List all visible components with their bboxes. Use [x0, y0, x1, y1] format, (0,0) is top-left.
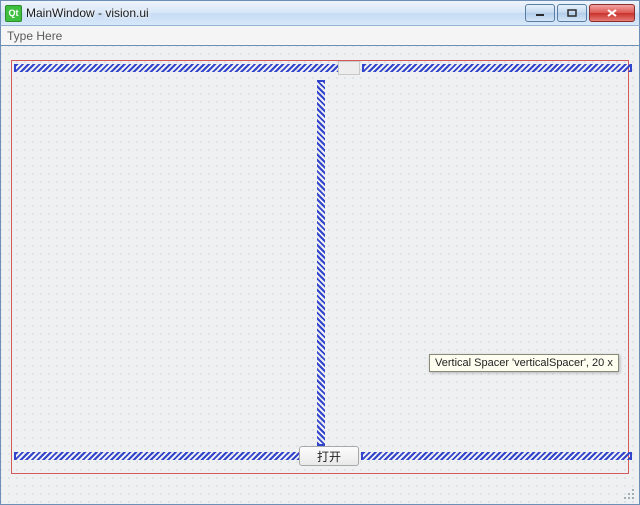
minimize-button[interactable]	[525, 4, 555, 22]
window-title: MainWindow - vision.ui	[26, 6, 149, 20]
open-button[interactable]: 打开	[299, 446, 359, 466]
form-canvas[interactable]: 打开 Vertical Spacer 'verticalSpacer', 20 …	[0, 46, 640, 505]
vertical-spacer[interactable]	[317, 80, 325, 446]
window-titlebar: Qt MainWindow - vision.ui	[0, 0, 640, 26]
size-grip-icon[interactable]	[622, 487, 636, 501]
menubar[interactable]: Type Here	[0, 26, 640, 46]
window-controls	[525, 4, 635, 22]
horizontal-spacer-top-right[interactable]	[362, 64, 632, 72]
spacer-tooltip: Vertical Spacer 'verticalSpacer', 20 x	[429, 354, 619, 372]
horizontal-spacer-top-left[interactable]	[14, 64, 340, 72]
horizontal-spacer-bottom-left[interactable]	[14, 452, 301, 460]
maximize-button[interactable]	[557, 4, 587, 22]
horizontal-spacer-bottom-right[interactable]	[361, 452, 632, 460]
close-button[interactable]	[589, 4, 635, 22]
qt-logo-icon: Qt	[5, 5, 22, 22]
empty-widget-placeholder[interactable]	[338, 61, 360, 75]
menubar-type-here-hint[interactable]: Type Here	[7, 29, 62, 43]
